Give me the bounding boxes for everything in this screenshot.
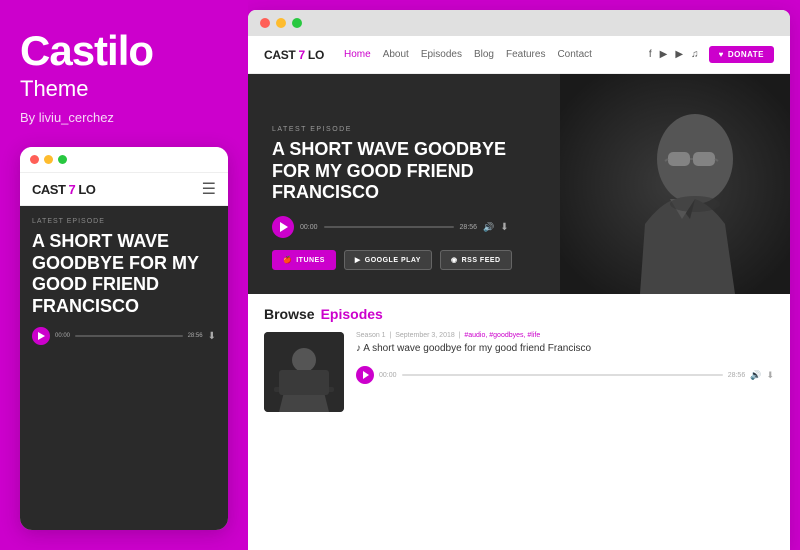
hero-person-image <box>560 74 790 294</box>
youtube-icon[interactable]: ▶ <box>675 49 683 60</box>
mobile-play-button[interactable] <box>32 327 50 345</box>
ep-download-icon[interactable]: ⬇ <box>766 370 774 381</box>
rss-feed-button[interactable]: ◉ RSS FEED <box>440 250 512 270</box>
mobile-preview: CAST 7 LO ☰ LATEST EPISODE A SHORT WAVE … <box>20 147 228 530</box>
hero-volume-icon[interactable]: 🔊 <box>483 222 494 233</box>
hero-latest-label: LATEST EPISODE <box>272 126 536 133</box>
browse-episodes-label: Episodes <box>321 306 383 322</box>
browse-header: Browse Episodes <box>264 306 774 322</box>
dot-maximize[interactable] <box>292 18 302 28</box>
browse-section: Browse Episodes Season 1 | September 3 <box>248 294 790 550</box>
mobile-logo: CAST 7 LO <box>32 182 95 197</box>
episode-play-button[interactable] <box>356 366 374 384</box>
dot-green <box>58 155 67 164</box>
ep-time-start: 00:00 <box>379 372 397 379</box>
brand-author: By liviu_cerchez <box>20 110 228 125</box>
hero-time-start: 00:00 <box>300 224 318 231</box>
episode-player: 00:00 28:56 🔊 ⬇ <box>356 366 774 384</box>
dot-minimize[interactable] <box>276 18 286 28</box>
ep-volume-icon[interactable]: 🔊 <box>750 370 761 381</box>
episode-play-icon <box>363 371 369 379</box>
browse-title: Browse <box>264 306 315 322</box>
nav-episodes[interactable]: Episodes <box>421 49 462 60</box>
hero-episode-title: A SHORT WAVE GOODBYE FOR MY GOOD FRIEND … <box>272 139 536 204</box>
hamburger-icon[interactable]: ☰ <box>202 179 216 199</box>
mobile-hero: LATEST EPISODE A SHORT WAVE GOODBYE FOR … <box>20 206 228 530</box>
mobile-progress-bar[interactable] <box>75 335 183 337</box>
episode-meta: Season 1 | September 3, 2018 | #audio, #… <box>356 332 774 339</box>
left-panel: Castilo Theme By liviu_cerchez CAST 7 LO… <box>0 0 248 550</box>
brand-title: Castilo <box>20 30 228 72</box>
rss-icon: ◉ <box>451 256 458 264</box>
google-play-icon: ▶ <box>355 256 361 264</box>
mobile-nav: CAST 7 LO ☰ <box>20 172 228 206</box>
hero-content: LATEST EPISODE A SHORT WAVE GOODBYE FOR … <box>248 74 560 294</box>
nav-features[interactable]: Features <box>506 49 545 60</box>
hero-player: 00:00 28:56 🔊 ⬇ <box>272 216 536 238</box>
hero-buttons: 🍎 ITUNES ▶ GOOGLE PLAY ◉ RSS FEED <box>272 250 536 270</box>
hero-download-icon[interactable]: ⬇ <box>500 222 508 233</box>
nav-social: f ▶ ▶ ♫ <box>649 49 699 60</box>
episode-info: Season 1 | September 3, 2018 | #audio, #… <box>356 332 774 412</box>
hero-image <box>560 74 790 294</box>
episode-season: Season 1 <box>356 332 386 339</box>
mobile-download-icon[interactable]: ⬇ <box>208 331 216 342</box>
hero-play-icon <box>280 222 288 232</box>
right-panel: CAST 7 LO Home About Episodes Blog Featu… <box>248 10 790 550</box>
desktop-titlebar <box>248 10 790 36</box>
brand-subtitle: Theme <box>20 76 228 102</box>
mobile-time-start: 00:00 <box>55 333 70 339</box>
mobile-time-end: 28:56 <box>188 333 203 339</box>
nav-links: Home About Episodes Blog Features Contac… <box>344 49 649 60</box>
play-circle-icon[interactable]: ▶ <box>660 49 668 60</box>
hero-play-button[interactable] <box>272 216 294 238</box>
episode-card: Season 1 | September 3, 2018 | #audio, #… <box>264 332 774 412</box>
nav-blog[interactable]: Blog <box>474 49 494 60</box>
mobile-episode-title: A SHORT WAVE GOODBYE FOR MY GOOD FRIEND … <box>32 231 216 317</box>
hero-time-end: 28:56 <box>460 224 478 231</box>
dot-red <box>30 155 39 164</box>
spotify-icon[interactable]: ♫ <box>691 49 699 60</box>
desktop-nav: CAST 7 LO Home About Episodes Blog Featu… <box>248 36 790 74</box>
facebook-icon[interactable]: f <box>649 49 652 60</box>
google-play-button[interactable]: ▶ GOOGLE PLAY <box>344 250 432 270</box>
episode-tags: #audio, #goodbyes, #life <box>464 332 540 339</box>
donate-icon: ♥ <box>719 50 724 59</box>
donate-button[interactable]: ♥ DONATE <box>709 46 774 63</box>
google-play-label: GOOGLE PLAY <box>365 257 421 264</box>
hero-progress-bar[interactable] <box>324 226 454 228</box>
mobile-player: 00:00 28:56 ⬇ <box>32 327 216 345</box>
episode-date: September 3, 2018 <box>395 332 455 339</box>
nav-home[interactable]: Home <box>344 49 371 60</box>
itunes-button[interactable]: 🍎 ITUNES <box>272 250 336 270</box>
dot-yellow <box>44 155 53 164</box>
desktop-logo: CAST 7 LO <box>264 48 324 62</box>
itunes-label: ITUNES <box>296 257 325 264</box>
donate-label: DONATE <box>728 50 764 59</box>
mobile-titlebar <box>20 147 228 172</box>
nav-contact[interactable]: Contact <box>557 49 591 60</box>
apple-icon: 🍎 <box>283 256 292 264</box>
rss-label: RSS FEED <box>462 257 501 264</box>
episode-thumbnail <box>264 332 344 412</box>
mobile-latest-label: LATEST EPISODE <box>32 218 216 225</box>
ep-progress-bar[interactable] <box>402 374 723 376</box>
play-icon <box>38 332 45 340</box>
episode-title-link[interactable]: ♪ A short wave goodbye for my good frien… <box>356 343 774 354</box>
desktop-hero: LATEST EPISODE A SHORT WAVE GOODBYE FOR … <box>248 74 790 294</box>
nav-about[interactable]: About <box>383 49 409 60</box>
dot-close[interactable] <box>260 18 270 28</box>
ep-time-end: 28:56 <box>728 372 746 379</box>
